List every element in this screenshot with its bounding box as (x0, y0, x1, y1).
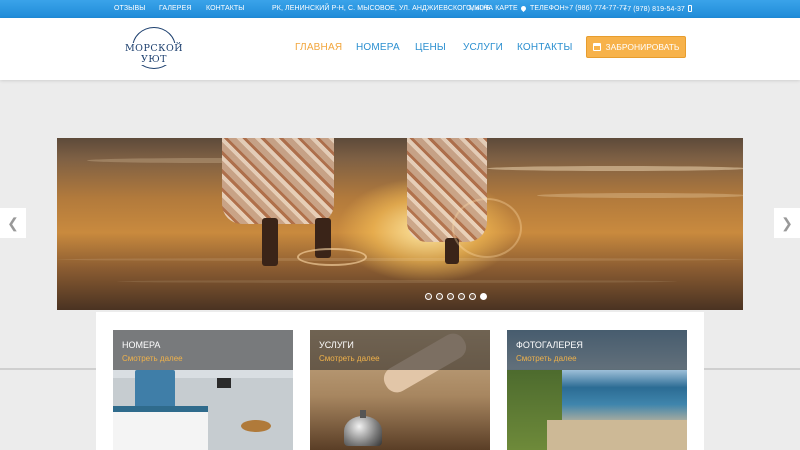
card-more-link[interactable]: Смотреть далее (122, 354, 183, 363)
beach (547, 420, 687, 450)
map-link-label[interactable]: МЫ НА КАРТЕ (469, 5, 518, 12)
topbar-link-gallery[interactable]: ГАЛЕРЕЯ (159, 5, 192, 12)
hero-slider[interactable] (57, 138, 743, 310)
wave (487, 166, 743, 171)
card-caption: УСЛУГИ Смотреть далее (310, 330, 490, 370)
water-splash (452, 198, 522, 258)
book-button[interactable]: ЗАБРОНИРОВАТЬ (586, 36, 686, 58)
card-title: НОМЕРА (122, 340, 161, 350)
slider-dot[interactable] (425, 293, 432, 300)
topbar-link-reviews[interactable]: ОТЗЫВЫ (114, 5, 146, 12)
bed (113, 406, 208, 450)
site-header: МОРСКОЙ УЮТ ГЛАВНАЯ НОМЕРА ЦЕНЫ УСЛУГИ К… (0, 18, 800, 80)
nav-item-services[interactable]: УСЛУГИ (463, 42, 503, 53)
wave (57, 258, 743, 261)
card-rooms[interactable]: НОМЕРА Смотреть далее (113, 330, 293, 450)
top-bar: ОТЗЫВЫ ГАЛЕРЕЯ КОНТАКТЫ РК, ЛЕНИНСКИЙ Р-… (0, 0, 800, 18)
map-pin-icon (519, 4, 527, 13)
card-title: ФОТОГАЛЕРЕЯ (516, 340, 583, 350)
logo[interactable]: МОРСКОЙ УЮТ (118, 24, 190, 72)
topbar-phone-2[interactable]: +7 (978) 819-54-37 (623, 5, 692, 13)
wave (537, 193, 743, 198)
card-title: УСЛУГИ (319, 340, 354, 350)
bell-button (360, 410, 366, 418)
nav-item-contacts[interactable]: КОНТАКТЫ (517, 42, 573, 53)
book-button-label: ЗАБРОНИРОВАТЬ (605, 42, 680, 52)
slider-prev-button[interactable]: ❮ (0, 208, 26, 238)
slider-next-button[interactable]: ❯ (774, 208, 800, 238)
nav-item-rooms[interactable]: НОМЕРА (356, 42, 400, 53)
topbar-phone-label: ТЕЛЕФОН: (530, 5, 567, 12)
chevron-right-icon: ❯ (781, 214, 793, 231)
card-caption: НОМЕРА Смотреть далее (113, 330, 293, 370)
topbar-link-contacts[interactable]: КОНТАКТЫ (206, 5, 245, 12)
card-more-link[interactable]: Смотреть далее (319, 354, 380, 363)
tv-screen (217, 378, 231, 388)
card-more-link[interactable]: Смотреть далее (516, 354, 577, 363)
logo-text: МОРСКОЙ УЮТ (118, 43, 190, 65)
card-gallery[interactable]: ФОТОГАЛЕРЕЯ Смотреть далее (507, 330, 687, 450)
slider-dots (425, 293, 487, 300)
topbar-phone-1[interactable]: +7 (986) 774-77-77 (565, 5, 627, 12)
calendar-icon (592, 43, 601, 51)
slider-dot[interactable] (469, 293, 476, 300)
service-bell-icon (344, 416, 382, 446)
card-caption: ФОТОГАЛЕРЕЯ Смотреть далее (507, 330, 687, 370)
mobile-phone-icon (687, 5, 692, 12)
table (241, 420, 271, 432)
person-left-dress (222, 138, 334, 224)
nav-item-home[interactable]: ГЛАВНАЯ (295, 42, 342, 53)
card-services[interactable]: УСЛУГИ Смотреть далее (310, 330, 490, 450)
chevron-left-icon: ❮ (7, 214, 19, 231)
person-left-leg (262, 218, 278, 266)
topbar-address: РК, ЛЕНИНСКИЙ Р-Н, С. МЫСОВОЕ, УЛ. АНДЖИ… (272, 5, 491, 12)
nav-item-prices[interactable]: ЦЕНЫ (415, 42, 446, 53)
slider-dot[interactable] (436, 293, 443, 300)
slider-dot-active[interactable] (480, 293, 487, 300)
water-splash (297, 248, 367, 266)
slider-dot[interactable] (458, 293, 465, 300)
phone-2-label[interactable]: +7 (978) 819-54-37 (623, 6, 685, 13)
topbar-map-link[interactable]: МЫ НА КАРТЕ (469, 4, 527, 13)
wave (117, 280, 677, 283)
slider-dot[interactable] (447, 293, 454, 300)
